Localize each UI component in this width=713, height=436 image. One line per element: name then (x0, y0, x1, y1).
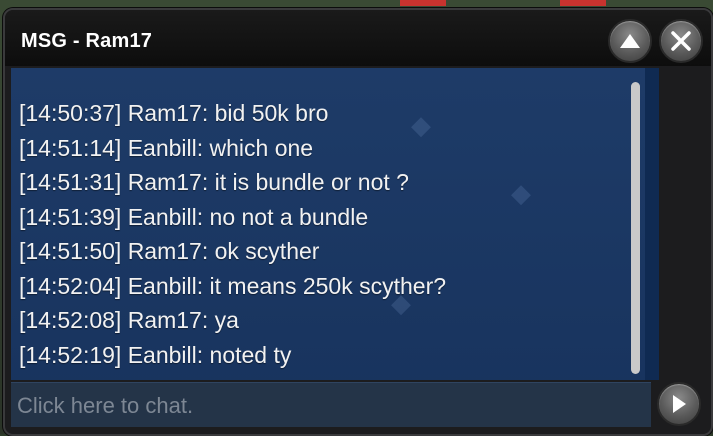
chat-message: [14:50:37] Ram17: bid 50k bro (19, 100, 329, 126)
x-icon (671, 31, 691, 51)
chat-input[interactable] (15, 389, 639, 423)
send-button[interactable] (657, 382, 701, 426)
chat-message: [14:51:39] Eanbill: no not a bundle (19, 203, 369, 230)
chat-message: [14:52:04] Eanbill: it means 250k scythe… (19, 272, 447, 299)
close-button[interactable] (659, 19, 703, 63)
background-marker (400, 0, 446, 6)
background-decoration: ◆ (511, 178, 531, 208)
collapse-button[interactable] (608, 19, 652, 63)
scrollbar-thumb[interactable] (631, 82, 640, 374)
chat-message: [14:51:14] Eanbill: which one (19, 134, 314, 161)
chat-message: [14:51:31] Ram17: it is bundle or not ? (19, 169, 409, 195)
triangle-right-icon (673, 395, 686, 413)
triangle-up-icon (620, 34, 640, 48)
message-window: MSG - Ram17 ◆ ◆ ◆ [14:50:37] Ram17: bid … (3, 8, 713, 436)
window-title: MSG - Ram17 (21, 30, 153, 52)
scrollbar-track[interactable] (645, 68, 659, 380)
chat-message: [14:52:08] Ram17: ya (19, 307, 239, 333)
chat-message: [14:52:19] Eanbill: noted ty (19, 341, 292, 368)
chat-log[interactable]: ◆ ◆ ◆ [14:50:37] Ram17: bid 50k bro [14:… (11, 68, 651, 380)
background-marker (560, 0, 606, 6)
chat-message: [14:51:50] Ram17: ok scyther (19, 238, 320, 264)
chat-input-bar (11, 382, 651, 427)
title-bar[interactable]: MSG - Ram17 (5, 10, 711, 66)
message-list: [14:50:37] Ram17: bid 50k bro [14:51:14]… (19, 96, 446, 372)
